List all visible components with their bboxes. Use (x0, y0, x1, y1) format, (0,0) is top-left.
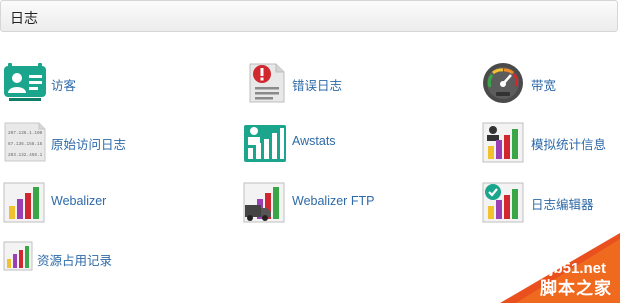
item-label-bandwidth: 带宽 (531, 79, 557, 93)
log-line-2: 67.136.158.15 (8, 142, 43, 147)
analog-stats-icon (482, 121, 524, 163)
log-editor-link[interactable]: 日志编辑器 (482, 181, 612, 225)
bandwidth-link[interactable]: 带宽 (482, 62, 602, 106)
item-label-analog-stats: 模拟统计信息 (531, 138, 607, 152)
error-log-link[interactable]: 错误日志 (246, 62, 446, 106)
webalizer-icon (3, 181, 45, 223)
error-log-icon (246, 62, 288, 104)
item-label-webalizer-ftp: Webalizer FTP (292, 194, 375, 208)
item-label-resource-usage: 资源占用记录 (37, 254, 113, 268)
raw-access-log-icon: 207.136.1.100 67.136.158.15 203.132.456.… (3, 121, 46, 163)
analog-stats-link[interactable]: 模拟统计信息 (482, 121, 612, 165)
item-label-error-log: 错误日志 (292, 79, 343, 93)
logs-section-header: 日志 (0, 0, 618, 32)
resource-usage-icon (3, 241, 33, 271)
visitors-icon (3, 62, 46, 104)
resource-usage-link[interactable]: 资源占用记录 (3, 241, 203, 285)
webalizer-link[interactable]: Webalizer (3, 181, 203, 225)
visitors-link[interactable]: 访客 (3, 62, 203, 106)
log-editor-icon (482, 181, 524, 223)
item-label-raw-access-log: 原始访问日志 (51, 138, 127, 152)
section-title: 日志 (10, 10, 38, 26)
log-line-1: 207.136.1.100 (8, 131, 43, 136)
item-label-awstats: Awstats (292, 134, 336, 148)
log-line-3: 203.132.456.1 (8, 153, 43, 158)
bandwidth-gauge-icon (482, 62, 524, 104)
awstats-link[interactable]: Awstats (243, 121, 443, 165)
item-label-webalizer: Webalizer (51, 194, 107, 208)
watermark-site-name: 脚本之家 (540, 279, 612, 298)
webalizer-ftp-link[interactable]: Webalizer FTP (243, 181, 443, 225)
awstats-icon (243, 121, 286, 163)
item-label-visitors: 访客 (51, 79, 77, 93)
raw-access-log-link[interactable]: 207.136.1.100 67.136.158.15 203.132.456.… (3, 121, 203, 165)
site-watermark: jb51.net 脚本之家 (480, 233, 620, 303)
webalizer-ftp-icon (243, 181, 285, 223)
item-label-log-editor: 日志编辑器 (531, 198, 594, 212)
